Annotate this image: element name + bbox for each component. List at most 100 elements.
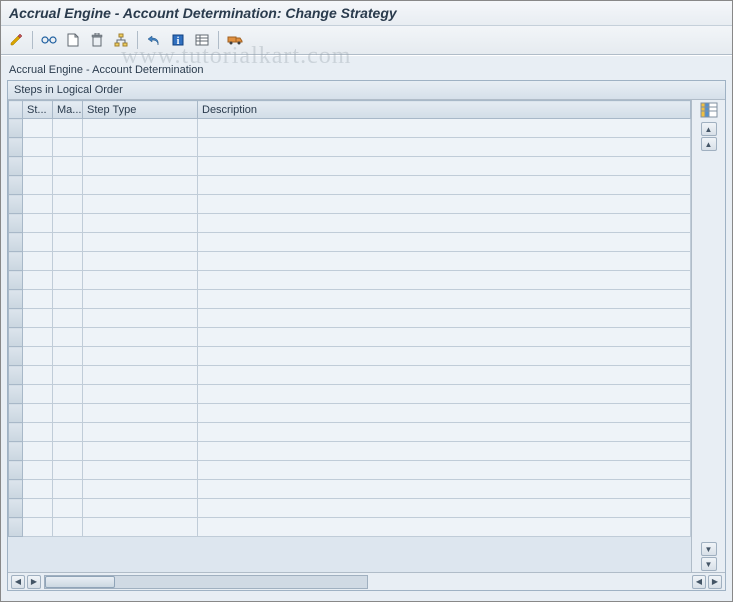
row-selector[interactable] bbox=[9, 252, 23, 271]
table-cell[interactable] bbox=[83, 214, 198, 233]
table-cell[interactable] bbox=[198, 233, 691, 252]
table-cell[interactable] bbox=[53, 366, 83, 385]
edit-button[interactable] bbox=[5, 29, 27, 51]
table-cell[interactable] bbox=[53, 499, 83, 518]
row-selector[interactable] bbox=[9, 271, 23, 290]
table-cell[interactable] bbox=[23, 385, 53, 404]
table-row[interactable] bbox=[9, 252, 691, 271]
row-selector[interactable] bbox=[9, 309, 23, 328]
table-cell[interactable] bbox=[198, 385, 691, 404]
scroll-up-button-2[interactable]: ▲ bbox=[701, 137, 717, 151]
table-cell[interactable] bbox=[53, 195, 83, 214]
table-cell[interactable] bbox=[198, 404, 691, 423]
row-selector[interactable] bbox=[9, 290, 23, 309]
table-row[interactable] bbox=[9, 138, 691, 157]
table-cell[interactable] bbox=[23, 252, 53, 271]
column-header-step[interactable]: St... bbox=[23, 101, 53, 119]
column-header-mandatory[interactable]: Ma... bbox=[53, 101, 83, 119]
table-row[interactable] bbox=[9, 195, 691, 214]
table-cell[interactable] bbox=[23, 423, 53, 442]
table-cell[interactable] bbox=[198, 138, 691, 157]
table-cell[interactable] bbox=[198, 328, 691, 347]
hscroll-left-button[interactable]: ◀ bbox=[11, 575, 25, 589]
table-cell[interactable] bbox=[53, 385, 83, 404]
table-cell[interactable] bbox=[53, 309, 83, 328]
table-cell[interactable] bbox=[53, 252, 83, 271]
table-cell[interactable] bbox=[23, 461, 53, 480]
table-cell[interactable] bbox=[23, 138, 53, 157]
table-cell[interactable] bbox=[23, 480, 53, 499]
table-cell[interactable] bbox=[83, 119, 198, 138]
table-row[interactable] bbox=[9, 423, 691, 442]
table-cell[interactable] bbox=[53, 328, 83, 347]
table-cell[interactable] bbox=[23, 366, 53, 385]
table-cell[interactable] bbox=[198, 480, 691, 499]
table-cell[interactable] bbox=[83, 518, 198, 537]
table-row[interactable] bbox=[9, 309, 691, 328]
table-row[interactable] bbox=[9, 176, 691, 195]
table-cell[interactable] bbox=[53, 480, 83, 499]
row-selector[interactable] bbox=[9, 176, 23, 195]
table-cell[interactable] bbox=[53, 119, 83, 138]
hscroll-right-step-button[interactable]: ◀ bbox=[692, 575, 706, 589]
table-cell[interactable] bbox=[53, 461, 83, 480]
table-row[interactable] bbox=[9, 404, 691, 423]
table-cell[interactable] bbox=[198, 271, 691, 290]
table-cell[interactable] bbox=[53, 290, 83, 309]
table-cell[interactable] bbox=[83, 195, 198, 214]
table-cell[interactable] bbox=[53, 347, 83, 366]
table-cell[interactable] bbox=[23, 195, 53, 214]
row-selector[interactable] bbox=[9, 480, 23, 499]
row-selector[interactable] bbox=[9, 518, 23, 537]
table-cell[interactable] bbox=[198, 442, 691, 461]
table-cell[interactable] bbox=[83, 461, 198, 480]
table-cell[interactable] bbox=[198, 423, 691, 442]
table-cell[interactable] bbox=[53, 157, 83, 176]
table-cell[interactable] bbox=[23, 233, 53, 252]
table-cell[interactable] bbox=[83, 271, 198, 290]
table-row[interactable] bbox=[9, 480, 691, 499]
delete-button[interactable] bbox=[86, 29, 108, 51]
row-selector[interactable] bbox=[9, 119, 23, 138]
table-cell[interactable] bbox=[83, 138, 198, 157]
row-selector[interactable] bbox=[9, 423, 23, 442]
table-row[interactable] bbox=[9, 119, 691, 138]
table-cell[interactable] bbox=[53, 404, 83, 423]
table-cell[interactable] bbox=[23, 119, 53, 138]
table-cell[interactable] bbox=[53, 138, 83, 157]
table-cell[interactable] bbox=[83, 233, 198, 252]
table-cell[interactable] bbox=[83, 328, 198, 347]
table-cell[interactable] bbox=[83, 499, 198, 518]
row-selector[interactable] bbox=[9, 385, 23, 404]
table-cell[interactable] bbox=[23, 290, 53, 309]
row-selector[interactable] bbox=[9, 499, 23, 518]
table-cell[interactable] bbox=[23, 176, 53, 195]
table-cell[interactable] bbox=[23, 442, 53, 461]
scroll-down-button[interactable]: ▼ bbox=[701, 542, 717, 556]
table-cell[interactable] bbox=[83, 252, 198, 271]
table-cell[interactable] bbox=[83, 290, 198, 309]
table-row[interactable] bbox=[9, 499, 691, 518]
overview-button[interactable] bbox=[191, 29, 213, 51]
table-cell[interactable] bbox=[198, 499, 691, 518]
table-row[interactable] bbox=[9, 461, 691, 480]
where-used-button[interactable] bbox=[110, 29, 132, 51]
table-cell[interactable] bbox=[83, 404, 198, 423]
table-row[interactable] bbox=[9, 271, 691, 290]
table-cell[interactable] bbox=[83, 309, 198, 328]
table-cell[interactable] bbox=[53, 518, 83, 537]
table-cell[interactable] bbox=[23, 347, 53, 366]
row-selector[interactable] bbox=[9, 328, 23, 347]
table-cell[interactable] bbox=[83, 385, 198, 404]
transport-button[interactable] bbox=[224, 29, 246, 51]
table-cell[interactable] bbox=[83, 480, 198, 499]
table-cell[interactable] bbox=[83, 366, 198, 385]
column-header-selector[interactable] bbox=[9, 101, 23, 119]
table-cell[interactable] bbox=[53, 271, 83, 290]
row-selector[interactable] bbox=[9, 442, 23, 461]
table-cell[interactable] bbox=[198, 347, 691, 366]
scroll-up-button[interactable]: ▲ bbox=[701, 122, 717, 136]
table-cell[interactable] bbox=[198, 195, 691, 214]
table-row[interactable] bbox=[9, 290, 691, 309]
column-header-step-type[interactable]: Step Type bbox=[83, 101, 198, 119]
